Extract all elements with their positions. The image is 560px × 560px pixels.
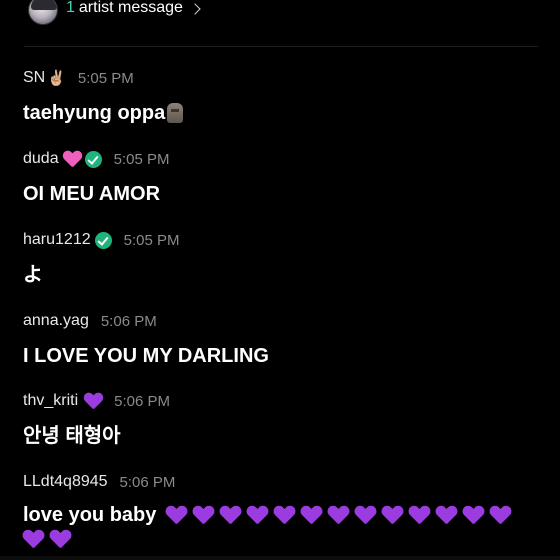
message-username[interactable]: haru1212 bbox=[23, 231, 91, 249]
message-time: 5:05 PM bbox=[77, 69, 134, 87]
message-username[interactable]: SN bbox=[23, 69, 45, 87]
purple-heart-icon bbox=[247, 506, 267, 524]
purple-heart-icon bbox=[220, 506, 240, 524]
chat-screen: 1 artist message SN ✌🏼 5:05 PM taehyung … bbox=[0, 0, 560, 560]
chat-message: thv_kriti 5:06 PM 안녕 태형아 bbox=[23, 391, 543, 449]
purple-heart-icon bbox=[84, 393, 102, 409]
peace-hand-emoji-icon: ✌🏼 bbox=[47, 69, 66, 87]
chat-message: anna.yag 5:06 PM I LOVE YOU MY DARLING bbox=[23, 311, 543, 369]
purple-heart-icon bbox=[328, 506, 348, 524]
message-text: OI MEU AMOR bbox=[23, 183, 161, 205]
message-text: taehyung oppa bbox=[23, 102, 166, 124]
artist-message-link[interactable]: 1 artist message bbox=[66, 0, 201, 17]
purple-heart-icon bbox=[274, 506, 294, 524]
purple-hearts-row bbox=[23, 530, 543, 548]
moai-emoji-icon bbox=[167, 103, 184, 123]
message-time: 5:06 PM bbox=[114, 392, 170, 410]
verified-badge-icon bbox=[94, 231, 112, 249]
message-text: 안녕 태형아 bbox=[23, 425, 121, 447]
bottom-edge bbox=[0, 556, 560, 560]
chat-message: haru1212 5:05 PM よ bbox=[23, 230, 543, 288]
purple-heart-icon bbox=[23, 530, 43, 548]
message-username[interactable]: duda bbox=[23, 150, 59, 168]
purple-heart-icon bbox=[382, 506, 402, 524]
chevron-right-icon bbox=[189, 2, 201, 15]
artist-avatar[interactable] bbox=[28, 0, 58, 25]
pink-heart-icon bbox=[63, 151, 81, 167]
message-text: よ bbox=[23, 264, 43, 286]
message-text: love you baby bbox=[23, 504, 157, 526]
message-username[interactable]: thv_kriti bbox=[23, 392, 78, 410]
chat-message: SN ✌🏼 5:05 PM taehyung oppa bbox=[23, 68, 543, 126]
chat-message: LLdt4q8945 5:06 PM love you baby bbox=[23, 472, 543, 548]
chat-message: duda 5:05 PM OI MEU AMOR bbox=[23, 149, 543, 207]
message-time: 5:05 PM bbox=[113, 150, 170, 168]
purple-heart-icon bbox=[463, 506, 483, 524]
purple-heart-icon bbox=[490, 506, 510, 524]
purple-heart-icon bbox=[355, 506, 375, 524]
artist-message-label: artist message bbox=[78, 0, 183, 16]
purple-heart-icon bbox=[193, 506, 213, 524]
purple-heart-icon bbox=[50, 530, 70, 548]
message-time: 5:06 PM bbox=[119, 473, 176, 491]
message-username[interactable]: LLdt4q8945 bbox=[23, 473, 108, 491]
purple-hearts-row bbox=[166, 506, 510, 524]
purple-heart-icon bbox=[301, 506, 321, 524]
purple-heart-icon bbox=[166, 506, 186, 524]
purple-heart-icon bbox=[409, 506, 429, 524]
message-time: 5:06 PM bbox=[100, 312, 157, 330]
message-time: 5:05 PM bbox=[123, 231, 180, 249]
artist-message-count: 1 bbox=[66, 0, 75, 16]
divider bbox=[24, 46, 538, 47]
artist-message-bar: 1 artist message bbox=[0, 0, 560, 30]
purple-heart-icon bbox=[436, 506, 456, 524]
message-text: I LOVE YOU MY DARLING bbox=[23, 345, 269, 367]
message-username[interactable]: anna.yag bbox=[23, 312, 89, 330]
verified-badge-icon bbox=[84, 150, 102, 168]
